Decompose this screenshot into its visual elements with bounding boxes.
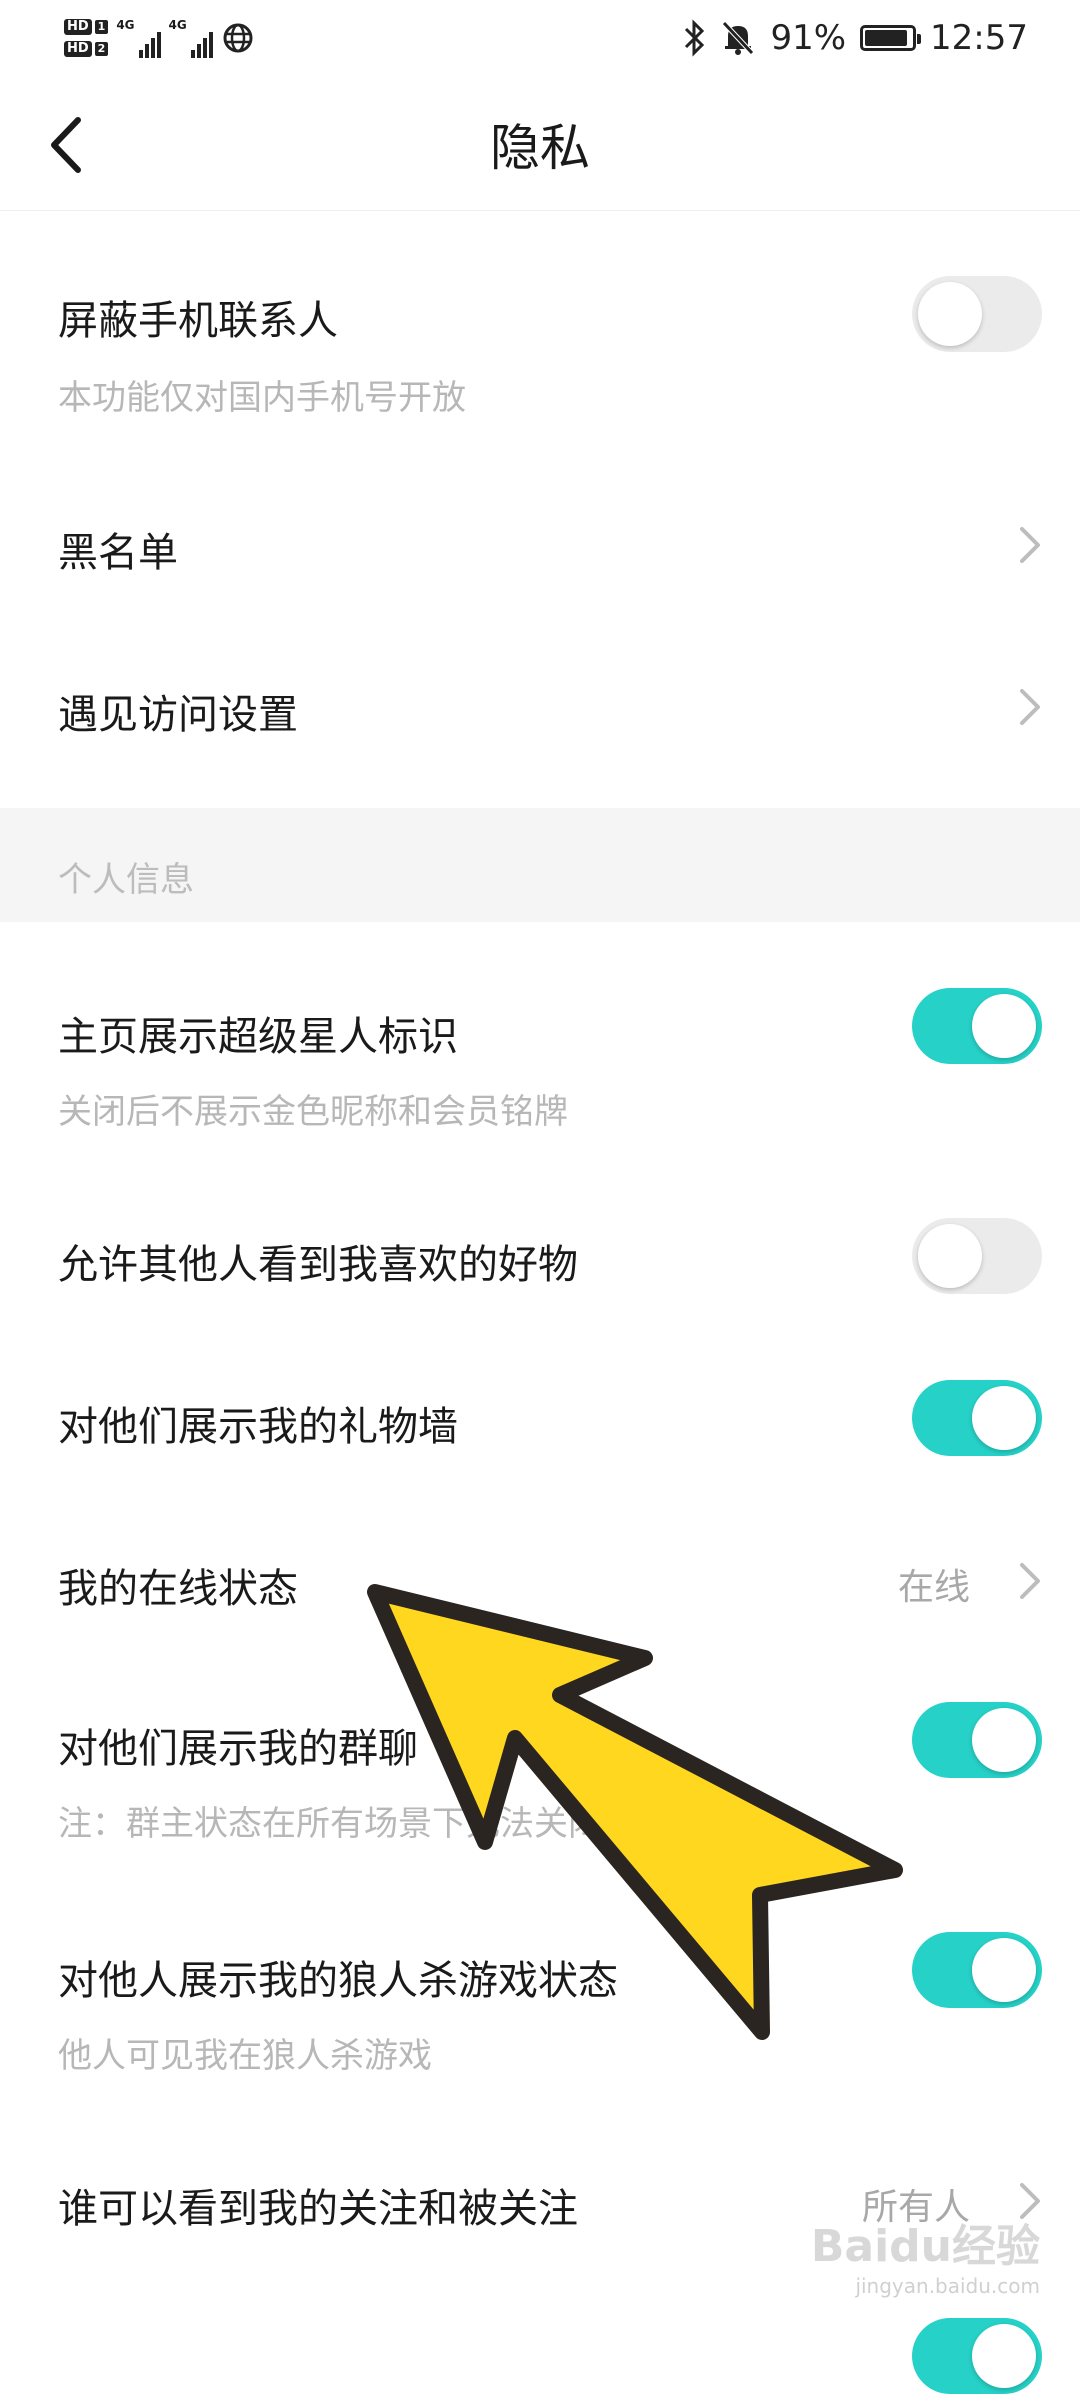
toggle-knob xyxy=(918,282,982,346)
chevron-right-icon xyxy=(1020,527,1040,563)
sim2-number: 2 xyxy=(94,42,109,56)
setting-blacklist[interactable]: 黑名单 xyxy=(0,480,1080,610)
status-left: HD 1 HD 2 4G 4G xyxy=(64,6,255,70)
mute-bell-icon xyxy=(722,21,755,55)
section-header-personal: 个人信息 xyxy=(0,808,1080,922)
toggle-knob xyxy=(972,2324,1036,2388)
hd-badge-1: HD xyxy=(64,19,92,35)
battery-icon xyxy=(860,25,922,51)
toggle-knob xyxy=(972,1386,1036,1450)
watermark-logo: Baidu经验 jingyan.baidu.com xyxy=(811,2210,1040,2298)
setting-liked-goods: 允许其他人看到我喜欢的好物 xyxy=(0,1192,1080,1322)
gift-wall-toggle[interactable] xyxy=(912,1380,1042,1456)
watermark-url: jingyan.baidu.com xyxy=(855,2274,1040,2298)
section-title: 个人信息 xyxy=(58,860,194,900)
setting-group-chat: 对他们展示我的群聊 注：群主状态在所有场景下无法关闭 xyxy=(0,1660,1080,1890)
status-bar: HD 1 HD 2 4G 4G 91% 12:57 xyxy=(0,0,1080,80)
globe-icon xyxy=(223,23,253,53)
setting-werewolf: 对他人展示我的狼人杀游戏状态 他人可见我在狼人杀游戏 xyxy=(0,1900,1080,2130)
setting-label: 对他人展示我的狼人杀游戏状态 xyxy=(58,1958,618,2004)
setting-label: 谁可以看到我的关注和被关注 xyxy=(58,2186,578,2232)
liked-goods-toggle[interactable] xyxy=(912,1218,1042,1294)
setting-description: 注：群主状态在所有场景下无法关闭 xyxy=(58,1804,602,1844)
signal-icon-1: 4G xyxy=(116,18,161,58)
toggle-knob xyxy=(918,1224,982,1288)
setting-block-contacts: 屏蔽手机联系人 本功能仅对国内手机号开放 xyxy=(0,210,1080,434)
status-right: 91% 12:57 xyxy=(682,0,1028,76)
setting-label: 对他们展示我的礼物墙 xyxy=(58,1404,458,1450)
network-type-2: 4G xyxy=(168,18,187,32)
group-chat-toggle[interactable] xyxy=(912,1702,1042,1778)
setting-label: 我的在线状态 xyxy=(58,1566,298,1612)
network-type-1: 4G xyxy=(116,18,135,32)
setting-superstar: 主页展示超级星人标识 关闭后不展示金色昵称和会员铭牌 xyxy=(0,922,1080,1162)
block-contacts-toggle[interactable] xyxy=(912,276,1042,352)
toggle-knob xyxy=(972,1938,1036,2002)
setting-description: 关闭后不展示金色昵称和会员铭牌 xyxy=(58,1092,568,1132)
hd-badge-2: HD xyxy=(64,41,92,57)
werewolf-toggle[interactable] xyxy=(912,1932,1042,2008)
setting-gift-wall: 对他们展示我的礼物墙 xyxy=(0,1354,1080,1484)
page-title: 隐私 xyxy=(490,119,590,177)
sim1-number: 1 xyxy=(94,20,109,34)
toggle-knob xyxy=(972,994,1036,1058)
sim-indicators: HD 1 HD 2 xyxy=(64,19,109,57)
setting-description: 本功能仅对国内手机号开放 xyxy=(58,378,466,418)
setting-label: 黑名单 xyxy=(58,530,178,576)
battery-percent: 91% xyxy=(770,18,847,58)
next-setting-toggle[interactable] xyxy=(912,2318,1042,2394)
setting-label: 屏蔽手机联系人 xyxy=(58,298,338,344)
setting-label: 允许其他人看到我喜欢的好物 xyxy=(58,1242,578,1288)
setting-label: 遇见访问设置 xyxy=(58,692,298,738)
signal-icon-2: 4G xyxy=(169,18,213,58)
setting-label: 主页展示超级星人标识 xyxy=(58,1014,458,1060)
setting-online-status[interactable]: 我的在线状态 在线 xyxy=(0,1516,1080,1646)
superstar-toggle[interactable] xyxy=(912,988,1042,1064)
setting-value: 在线 xyxy=(897,1567,970,1608)
chevron-right-icon xyxy=(1020,689,1040,725)
setting-encounter[interactable]: 遇见访问设置 xyxy=(0,642,1080,772)
battery-fill xyxy=(865,30,908,46)
watermark-text: Baidu经验 xyxy=(810,2221,1040,2272)
toggle-knob xyxy=(972,1708,1036,1772)
setting-label: 对他们展示我的群聊 xyxy=(58,1726,418,1772)
bluetooth-icon xyxy=(685,19,705,57)
navigation-bar: 隐私 xyxy=(0,80,1080,211)
clock: 12:57 xyxy=(930,18,1028,58)
setting-description: 他人可见我在狼人杀游戏 xyxy=(58,2036,432,2076)
chevron-right-icon xyxy=(1020,1563,1040,1599)
